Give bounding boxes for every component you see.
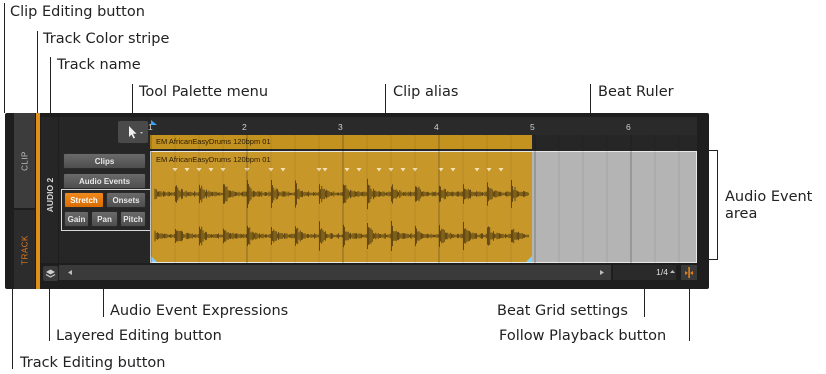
event-handle: [151, 256, 157, 262]
onset-marker: [388, 168, 394, 172]
callout-layered-editing-button: Layered Editing button: [56, 328, 222, 344]
onsets-button[interactable]: Onsets: [106, 192, 146, 208]
pitch-button[interactable]: Pitch: [120, 211, 146, 227]
callout-audio-event-area-2: area: [725, 206, 758, 222]
layered-editing-button[interactable]: [43, 266, 58, 281]
audio-events-button[interactable]: Audio Events: [63, 173, 146, 189]
beat-ruler[interactable]: [150, 117, 697, 136]
leader-line: [717, 150, 719, 260]
leader-line: [689, 283, 691, 341]
beat-grid-settings[interactable]: 1/4: [613, 265, 676, 280]
event-handle: [526, 256, 532, 262]
leader-line: [4, 3, 6, 113]
callout-audio-event-area: Audio Event: [725, 189, 813, 205]
onset-marker: [220, 168, 226, 172]
onset-marker: [400, 168, 406, 172]
track-editing-button[interactable]: TRACK: [14, 210, 35, 289]
clips-button[interactable]: Clips: [63, 153, 146, 169]
clip-alias[interactable]: EM AfricanEasyDrums 120bpm 01: [150, 135, 532, 149]
gain-button[interactable]: Gain: [64, 211, 89, 227]
onset-marker: [486, 168, 492, 172]
ruler-tick-1: 1: [148, 122, 153, 132]
leader-line: [49, 283, 51, 341]
onset-marker: [316, 168, 322, 172]
onset-marker: [376, 168, 382, 172]
ruler-tick-5: 5: [530, 122, 535, 132]
waveform-channel: [154, 221, 529, 251]
callout-audio-event-expressions: Audio Event Expressions: [110, 303, 289, 319]
ruler-tick-3: 3: [338, 122, 343, 132]
ruler-ticks: [151, 120, 157, 125]
clip-alias-label: EM AfricanEasyDrums 120bpm 01: [156, 137, 271, 146]
onset-marker: [438, 168, 444, 172]
onset-marker: [356, 168, 362, 172]
ruler-tick-2: 2: [242, 122, 247, 132]
clip-editor-window: CLIP TRACK AUDIO 2 Clips Audio Events St…: [5, 113, 709, 289]
onset-marker: [474, 168, 480, 172]
waveform-channel: [154, 178, 529, 210]
callout-beat-grid-settings: Beat Grid settings: [497, 303, 628, 319]
track-name: AUDIO 2: [44, 177, 55, 213]
onset-marker: [268, 168, 274, 172]
onset-marker: [184, 168, 190, 172]
horizontal-scrollbar[interactable]: [59, 265, 611, 280]
onset-marker: [280, 168, 286, 172]
onset-marker: [344, 168, 350, 172]
callout-beat-ruler: Beat Ruler: [598, 84, 674, 100]
follow-playback-button[interactable]: [681, 265, 697, 280]
onset-marker: [322, 168, 328, 172]
onset-marker: [208, 168, 214, 172]
leader-line: [12, 289, 14, 369]
onset-marker: [498, 168, 504, 172]
track-name-column: AUDIO 2: [41, 117, 58, 263]
pan-button[interactable]: Pan: [91, 211, 118, 227]
layers-icon: [45, 269, 56, 278]
callout-clip-alias: Clip alias: [393, 84, 459, 100]
callout-track-editing-button: Track Editing button: [20, 355, 166, 371]
onset-marker: [244, 168, 250, 172]
onset-marker: [196, 168, 202, 172]
audio-event[interactable]: EM AfricanEasyDrums 120bpm 01: [151, 152, 532, 262]
clip-tab-label: CLIP: [20, 150, 29, 171]
follow-playback-icon: [685, 267, 693, 278]
clip-editing-button[interactable]: CLIP: [14, 113, 35, 208]
ruler-tick-4: 4: [434, 122, 439, 132]
waveform: [151, 168, 532, 262]
leader-line: [37, 31, 39, 113]
pointer-icon: [129, 126, 143, 139]
callout-track-color-stripe: Track Color stripe: [43, 31, 170, 47]
callout-track-name: Track name: [57, 57, 141, 73]
scroll-left-icon: [68, 270, 72, 275]
callout-follow-playback-button: Follow Playback button: [499, 328, 667, 344]
track-color-stripe: [36, 113, 40, 289]
scroll-right-icon: [600, 270, 604, 275]
callout-tool-palette-menu: Tool Palette menu: [139, 84, 269, 100]
onset-marker: [450, 168, 456, 172]
ruler-tick-6: 6: [626, 122, 631, 132]
onset-marker: [412, 168, 418, 172]
caret-up-icon: [670, 270, 675, 273]
stretch-button[interactable]: Stretch: [64, 192, 104, 208]
tool-palette-menu[interactable]: [118, 121, 148, 143]
track-tab-label: TRACK: [20, 234, 29, 265]
callout-clip-editing-button: Clip Editing button: [10, 4, 145, 20]
onset-marker: [172, 168, 178, 172]
